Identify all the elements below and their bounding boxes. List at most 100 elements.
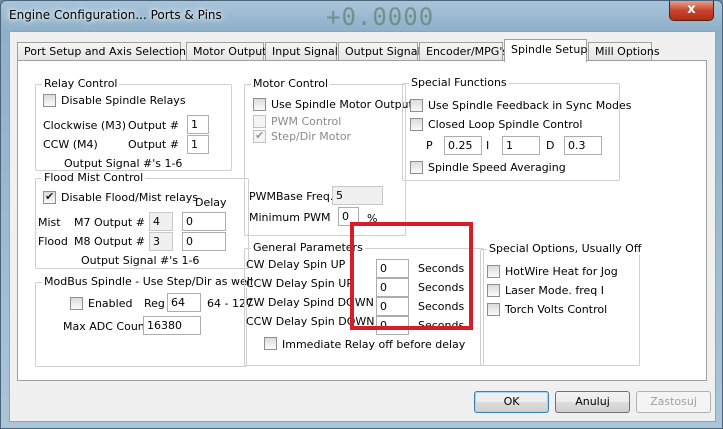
special-options-group: Special Options, Usually Off HotWire Hea…: [480, 242, 644, 366]
speed-averaging-label: Spindle Speed Averaging: [428, 161, 566, 174]
ccw-label: CCW (M4): [43, 138, 98, 151]
max-adc-label: Max ADC Count: [63, 320, 150, 333]
feedback-sync-checkbox[interactable]: [410, 99, 423, 112]
flood-delay-field[interactable]: 0: [182, 232, 226, 251]
cw-spin-up-label: CW Delay Spin UP: [246, 258, 346, 271]
motor-control-group: Motor Control Use Spindle Motor Output P…: [244, 77, 413, 236]
modbus-legend: ModBus Spindle - Use Step/Dir as well: [42, 275, 255, 288]
mist-output-field[interactable]: 4: [149, 212, 173, 231]
min-pwm-label: Minimum PWM: [249, 211, 331, 224]
tab-strip: Port Setup and Axis Selection Motor Outp…: [17, 39, 707, 62]
disable-spindle-relays-checkbox[interactable]: [43, 94, 56, 107]
cw-spin-down-unit: Seconds: [418, 300, 465, 313]
immediate-relay-label: Immediate Relay off before delay: [282, 338, 466, 351]
use-spindle-motor-checkbox[interactable]: [253, 98, 266, 111]
tab-spindle-setup[interactable]: Spindle Setup: [504, 39, 587, 62]
feedback-sync-label: Use Spindle Feedback in Sync Modes: [428, 99, 632, 112]
immediate-relay-checkbox[interactable]: [264, 337, 277, 350]
ccw-output-field[interactable]: 1: [187, 135, 209, 154]
flood-mist-legend: Flood Mist Control: [42, 171, 146, 184]
clockwise-output-label: Output #: [128, 119, 179, 132]
tab-input-signals[interactable]: Input Signals: [265, 42, 344, 61]
pid-d-field[interactable]: 0.3: [564, 136, 602, 155]
max-adc-field[interactable]: 16380: [143, 316, 201, 335]
tab-encoder-mpg[interactable]: Encoder/MPG's: [419, 42, 508, 61]
torch-volts-checkbox[interactable]: [487, 303, 500, 316]
disable-flood-mist-checkbox[interactable]: [43, 190, 56, 204]
cw-spin-up-field[interactable]: 0: [376, 259, 409, 278]
torch-volts-label: Torch Volts Control: [505, 303, 608, 316]
cw-spin-up-unit: Seconds: [418, 262, 465, 275]
motor-control-legend: Motor Control: [251, 77, 331, 90]
flood-mist-group: Flood Mist Control Disable Flood/Mist re…: [35, 171, 249, 269]
pwm-base-label: PWMBase Freq.: [249, 190, 334, 203]
spindle-setup-panel: Relay Control Disable Spindle Relays Clo…: [17, 60, 707, 381]
ccw-spin-up-field[interactable]: 0: [376, 278, 409, 297]
step-dir-motor-checkbox[interactable]: [253, 129, 266, 143]
closed-loop-checkbox[interactable]: [410, 118, 423, 131]
min-pwm-field[interactable]: 0: [338, 207, 359, 226]
pid-p-label: P: [426, 139, 433, 152]
closed-loop-label: Closed Loop Spindle Control: [428, 118, 583, 131]
pwm-control-checkbox[interactable]: [253, 115, 266, 128]
ccw-spin-down-field[interactable]: 0: [376, 316, 409, 335]
window-title: Engine Configuration... Ports & Pins: [9, 8, 222, 22]
flood-output-footer: Output Signal #'s 1-6: [81, 254, 200, 267]
hotwire-label: HotWire Heat for Jog: [505, 265, 618, 278]
ccw-spin-up-unit: Seconds: [418, 281, 465, 294]
pid-i-label: I: [486, 139, 490, 152]
relay-control-group: Relay Control Disable Spindle Relays Clo…: [35, 77, 232, 171]
step-dir-motor-label: Step/Dir Motor: [271, 130, 352, 143]
special-functions-group: Special Functions Use Spindle Feedback i…: [402, 76, 631, 181]
tab-mill-options[interactable]: Mill Options: [588, 42, 660, 61]
special-options-legend: Special Options, Usually Off: [487, 242, 644, 255]
pwm-control-label: PWM Control: [271, 115, 342, 128]
pid-p-field[interactable]: 0.25: [444, 136, 482, 155]
ccw-output-label: Output #: [128, 138, 179, 151]
tab-output-signals[interactable]: Output Signals: [338, 42, 426, 61]
modbus-reg-label: Reg: [144, 297, 165, 310]
clockwise-output-field[interactable]: 1: [187, 115, 209, 134]
pid-i-field[interactable]: 1: [502, 136, 540, 155]
use-spindle-motor-label: Use Spindle Motor Output: [271, 98, 413, 111]
clockwise-label: Clockwise (M3): [43, 119, 127, 132]
relay-control-legend: Relay Control: [42, 77, 120, 90]
mist-output-label: M7 Output #: [74, 216, 145, 229]
cw-spin-down-field[interactable]: 0: [376, 297, 409, 316]
tab-motor-outputs[interactable]: Motor Outputs: [186, 42, 272, 61]
cw-spin-down-label: CW Delay Spind DOWN: [246, 296, 374, 309]
close-button[interactable]: x: [669, 1, 714, 21]
close-icon: x: [687, 2, 696, 17]
modbus-spindle-group: ModBus Spindle - Use Step/Dir as well En…: [35, 275, 255, 367]
modbus-reg-field[interactable]: 64: [167, 293, 201, 312]
background-dro-readout: +0.0000: [326, 3, 435, 31]
mist-delay-field[interactable]: 0: [182, 212, 226, 231]
flood-output-label: M8 Output #: [74, 235, 145, 248]
ccw-spin-down-unit: Seconds: [418, 319, 465, 332]
tab-port-setup[interactable]: Port Setup and Axis Selection: [17, 42, 186, 61]
delay-label: Delay: [195, 196, 227, 209]
cancel-button[interactable]: Anuluj: [555, 391, 630, 413]
apply-button[interactable]: Zastosuj: [636, 391, 711, 413]
general-parameters-legend: General Parameters: [251, 241, 365, 254]
ok-button[interactable]: OK: [474, 391, 549, 413]
flood-label: Flood: [38, 235, 68, 248]
laser-mode-label: Laser Mode. freq I: [505, 284, 604, 297]
general-parameters-group: General Parameters CW Delay Spin UP 0 Se…: [244, 241, 484, 366]
speed-averaging-checkbox[interactable]: [410, 161, 423, 174]
dialog-client-area: Port Setup and Axis Selection Motor Outp…: [9, 31, 716, 422]
hotwire-checkbox[interactable]: [487, 265, 500, 278]
modbus-enabled-label: Enabled: [88, 297, 133, 310]
ccw-spin-up-label: CCW Delay Spin UP: [246, 277, 353, 290]
special-functions-legend: Special Functions: [409, 76, 509, 89]
pwm-base-field[interactable]: 5: [332, 186, 383, 205]
mist-label: Mist: [38, 216, 61, 229]
flood-output-field[interactable]: 3: [149, 232, 173, 251]
ccw-spin-down-label: CCW Delay Spin DOWN: [246, 315, 375, 328]
min-pwm-unit: %: [367, 212, 378, 225]
modbus-enabled-checkbox[interactable]: [70, 297, 83, 310]
laser-mode-checkbox[interactable]: [487, 284, 500, 297]
disable-spindle-relays-label: Disable Spindle Relays: [61, 94, 186, 107]
disable-flood-mist-label: Disable Flood/Mist relays: [61, 191, 199, 204]
relay-output-footer: Output Signal #'s 1-6: [64, 157, 183, 170]
